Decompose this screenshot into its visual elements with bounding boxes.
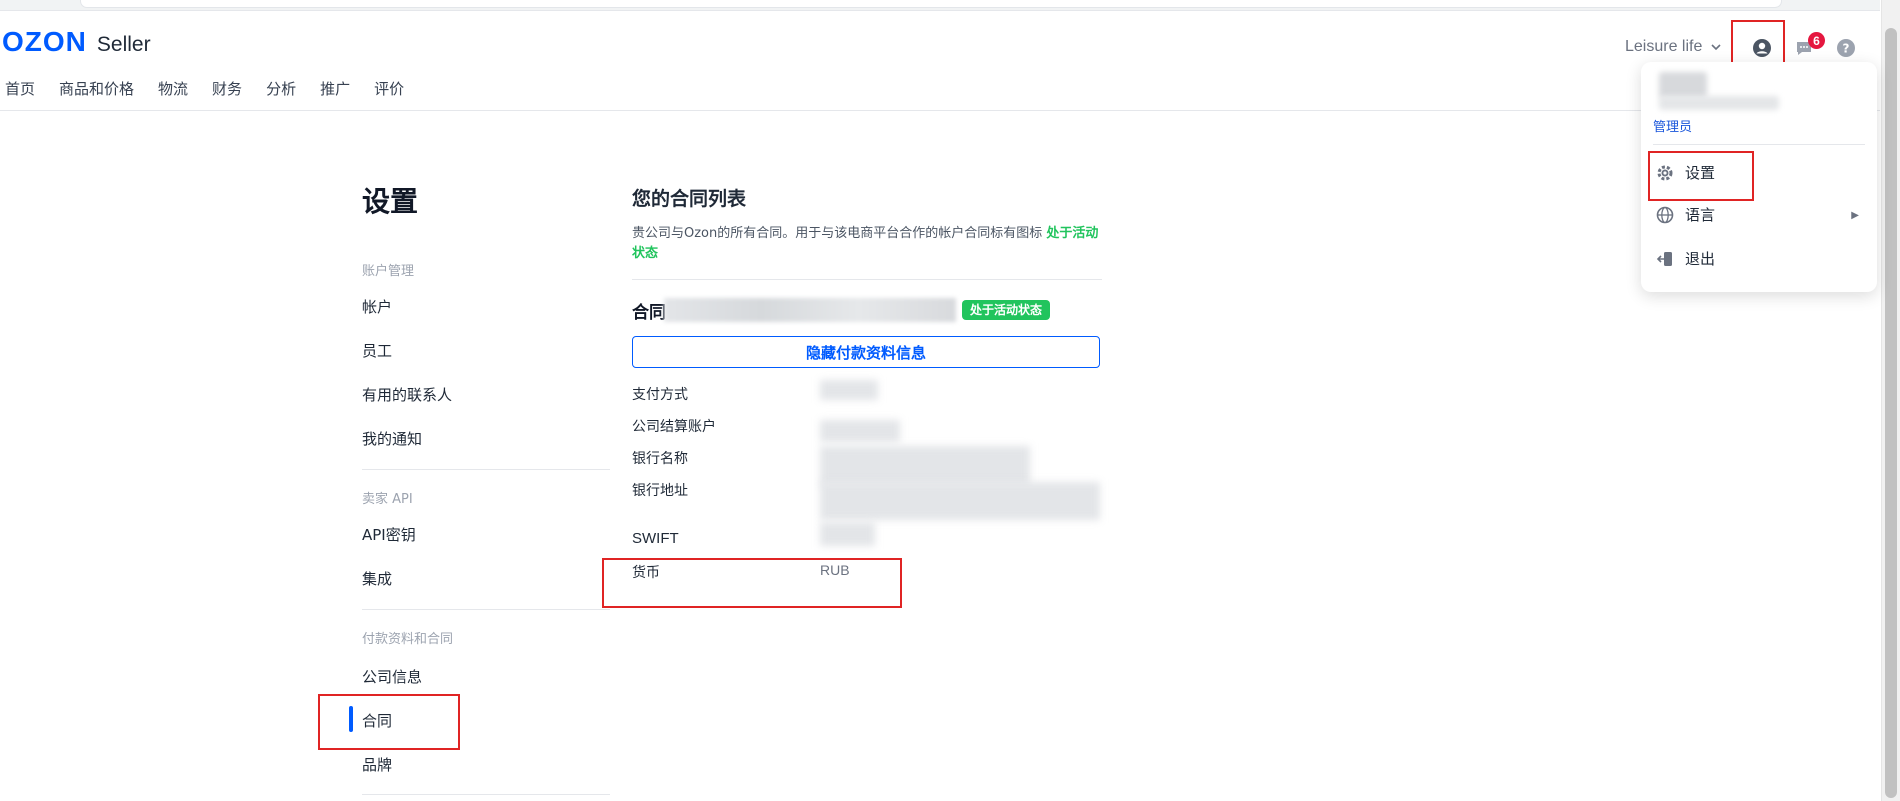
nav-item-home[interactable]: 首页: [5, 78, 35, 99]
nav-item-products[interactable]: 商品和价格: [59, 78, 134, 99]
menu-item-settings[interactable]: 设置: [1655, 162, 1715, 183]
currency-value: RUB: [820, 562, 850, 578]
description-text: 贵公司与Ozon的所有合同。用于与该电商平台合作的帐户合同标有图标: [632, 226, 1043, 241]
field-swift: SWIFT: [632, 530, 679, 547]
blurred-value: [820, 482, 1100, 520]
main-nav: 首页 商品和价格 物流 财务 分析 推广 评价: [5, 78, 404, 99]
menu-item-language-label: 语言: [1685, 206, 1716, 224]
nav-item-logistics[interactable]: 物流: [158, 78, 188, 99]
logo-suffix: Seller: [96, 33, 151, 56]
blurred-value: [820, 446, 1030, 486]
blurred-value: [820, 522, 875, 546]
gear-icon: [1655, 163, 1675, 183]
nav-item-finance[interactable]: 财务: [212, 78, 242, 99]
contracts-title: 您的合同列表: [632, 188, 747, 210]
address-bar[interactable]: [80, 0, 1782, 8]
page-scrollbar[interactable]: [1881, 0, 1900, 801]
menu-item-logout-label: 退出: [1685, 250, 1716, 268]
menu-divider: [1653, 144, 1865, 145]
top-header: OZON Seller 首页 商品和价格 物流 财务 分析 推广 评价 Leis…: [0, 10, 1880, 111]
svg-text:?: ?: [1843, 42, 1850, 56]
sidebar-item-contracts[interactable]: 合同: [362, 710, 392, 731]
help-icon[interactable]: ?: [1836, 38, 1856, 58]
section-heading-api: 卖家 API: [362, 492, 413, 507]
globe-icon: [1655, 205, 1675, 225]
user-name-blurred: [1659, 72, 1707, 98]
field-bank-name: 银行名称: [632, 451, 688, 467]
section-heading-account: 账户管理: [362, 264, 415, 279]
sidebar-item-account[interactable]: 帐户: [362, 296, 392, 317]
user-role: 管理员: [1653, 120, 1693, 135]
page-title: 设置: [362, 185, 419, 218]
submenu-arrow-icon: ▶: [1851, 210, 1859, 221]
content-divider: [632, 279, 1102, 280]
hide-payment-info-button[interactable]: 隐藏付款资料信息: [632, 336, 1100, 368]
nav-item-reviews[interactable]: 评价: [374, 78, 404, 99]
menu-item-language[interactable]: 语言: [1655, 204, 1715, 225]
menu-item-logout[interactable]: 退出: [1655, 248, 1715, 269]
store-name: Leisure life: [1625, 38, 1703, 55]
sidebar-item-brands[interactable]: 品牌: [362, 754, 392, 775]
notification-badge: 6: [1808, 32, 1825, 49]
contract-status-badge: 处于活动状态: [962, 300, 1051, 320]
menu-item-settings-label: 设置: [1685, 164, 1716, 182]
ozon-seller-logo[interactable]: OZON Seller: [2, 26, 151, 58]
contract-number-blurred: [664, 298, 956, 322]
field-bank-address: 银行地址: [632, 483, 688, 499]
nav-item-analytics[interactable]: 分析: [266, 78, 296, 99]
user-email-blurred: [1659, 96, 1779, 110]
sidebar-item-integrations[interactable]: 集成: [362, 568, 392, 589]
sidebar-item-employees[interactable]: 员工: [362, 340, 392, 361]
contract-label: 合同: [632, 303, 666, 323]
blurred-value: [820, 380, 878, 400]
sidebar-divider: [362, 609, 610, 610]
contracts-description: 贵公司与Ozon的所有合同。用于与该电商平台合作的帐户合同标有图标 处于活动状态: [632, 224, 1102, 264]
field-payment-method: 支付方式: [632, 387, 688, 403]
user-dropdown-menu: 管理员 设置 语言 ▶ 退出: [1641, 62, 1877, 292]
sidebar-divider: [362, 794, 610, 795]
active-indicator: [349, 706, 353, 732]
field-settlement-account: 公司结算账户: [632, 419, 716, 435]
nav-item-promotion[interactable]: 推广: [320, 78, 350, 99]
logo-brand: OZON: [2, 26, 87, 57]
blurred-value: [820, 420, 900, 442]
sidebar-item-notifications[interactable]: 我的通知: [362, 428, 422, 449]
field-currency: 货币: [632, 565, 660, 581]
sidebar-item-company-info[interactable]: 公司信息: [362, 666, 422, 687]
chevron-down-icon: [1711, 44, 1721, 51]
section-heading-payments: 付款资料和合同: [362, 632, 454, 647]
sidebar-item-api-keys[interactable]: API密钥: [362, 524, 416, 545]
logout-icon: [1655, 249, 1675, 269]
sidebar-divider: [362, 469, 610, 470]
store-selector[interactable]: Leisure life: [1625, 38, 1722, 56]
scrollbar-thumb[interactable]: [1885, 28, 1897, 798]
sidebar-item-contacts[interactable]: 有用的联系人: [362, 384, 452, 405]
user-account-icon[interactable]: [1752, 38, 1772, 58]
